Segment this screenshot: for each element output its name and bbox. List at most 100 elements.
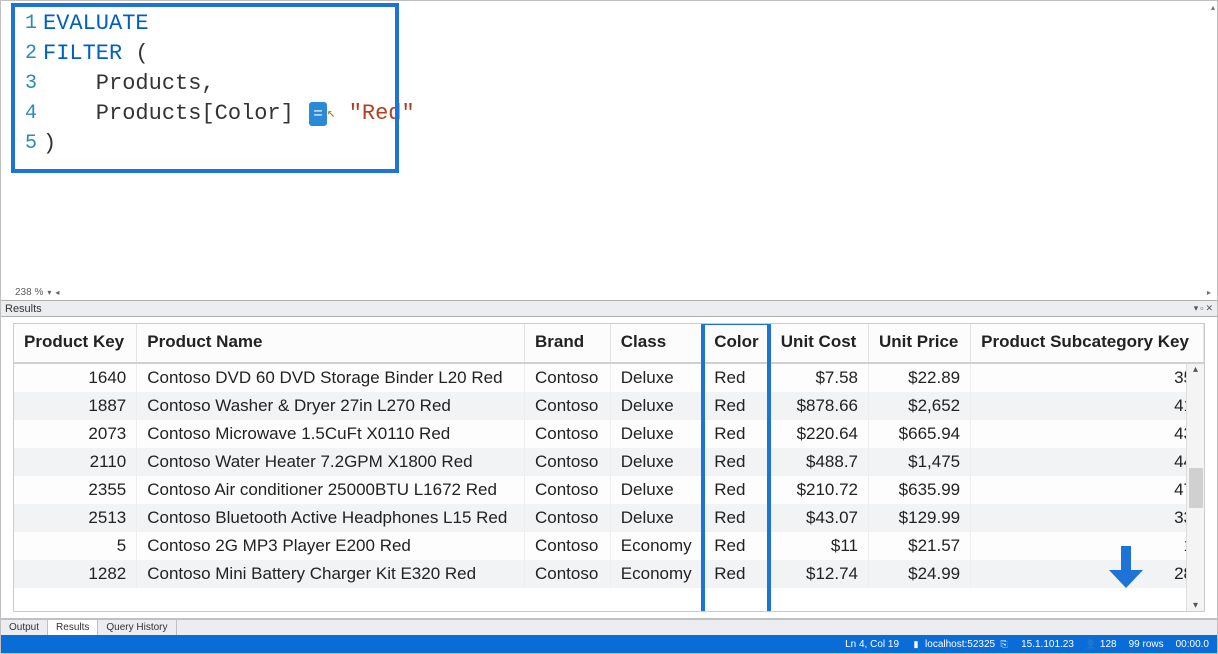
- scroll-right-icon[interactable]: ▸: [1203, 286, 1215, 298]
- panel-pin-icon[interactable]: ▫: [1200, 303, 1203, 314]
- code-editor-pane[interactable]: 1EVALUATE2FILTER (3 Products,4 Products[…: [1, 1, 1217, 301]
- table-cell[interactable]: $24.99: [869, 560, 971, 588]
- code-line[interactable]: 2FILTER (: [19, 39, 415, 69]
- table-cell[interactable]: $878.66: [770, 392, 868, 420]
- table-cell[interactable]: Red: [704, 476, 771, 504]
- code-line[interactable]: 4 Products[Color] =↖ "Red": [19, 99, 415, 129]
- table-cell[interactable]: Contoso Mini Battery Charger Kit E320 Re…: [137, 560, 525, 588]
- table-cell[interactable]: 2513: [14, 504, 137, 532]
- table-cell[interactable]: $22.89: [869, 363, 971, 392]
- scroll-up-icon[interactable]: ▴: [1211, 3, 1215, 12]
- table-cell[interactable]: Contoso DVD 60 DVD Storage Binder L20 Re…: [137, 363, 525, 392]
- column-header[interactable]: Product Key: [14, 324, 137, 363]
- table-cell[interactable]: Red: [704, 448, 771, 476]
- table-cell[interactable]: Contoso: [524, 448, 610, 476]
- column-header[interactable]: Color: [704, 324, 771, 363]
- table-row[interactable]: 1640Contoso DVD 60 DVD Storage Binder L2…: [14, 363, 1204, 392]
- table-cell[interactable]: 44: [971, 448, 1204, 476]
- tab-output[interactable]: Output: [1, 620, 48, 635]
- column-header[interactable]: Product Subcategory Key: [971, 324, 1204, 363]
- table-cell[interactable]: Red: [704, 363, 771, 392]
- table-cell[interactable]: Red: [704, 504, 771, 532]
- table-cell[interactable]: 28: [971, 560, 1204, 588]
- table-cell[interactable]: Contoso: [524, 392, 610, 420]
- column-header[interactable]: Brand: [524, 324, 610, 363]
- table-cell[interactable]: 47: [971, 476, 1204, 504]
- table-cell[interactable]: $665.94: [869, 420, 971, 448]
- table-cell[interactable]: 2355: [14, 476, 137, 504]
- table-row[interactable]: 2073Contoso Microwave 1.5CuFt X0110 RedC…: [14, 420, 1204, 448]
- vertical-scrollbar[interactable]: ▴ ▾: [1186, 364, 1204, 611]
- column-header[interactable]: Class: [610, 324, 703, 363]
- table-cell[interactable]: 1282: [14, 560, 137, 588]
- table-cell[interactable]: Deluxe: [610, 392, 703, 420]
- table-cell[interactable]: $210.72: [770, 476, 868, 504]
- table-cell[interactable]: 41: [971, 392, 1204, 420]
- scroll-left-icon[interactable]: ◂: [55, 288, 59, 297]
- table-cell[interactable]: $635.99: [869, 476, 971, 504]
- table-row[interactable]: 1887Contoso Washer & Dryer 27in L270 Red…: [14, 392, 1204, 420]
- table-cell[interactable]: 1887: [14, 392, 137, 420]
- table-cell[interactable]: Contoso: [524, 420, 610, 448]
- column-header[interactable]: Unit Price: [869, 324, 971, 363]
- table-cell[interactable]: Contoso: [524, 363, 610, 392]
- code-area[interactable]: 1EVALUATE2FILTER (3 Products,4 Products[…: [19, 9, 415, 159]
- panel-dropdown-icon[interactable]: ▾: [1194, 303, 1199, 314]
- table-cell[interactable]: Red: [704, 560, 771, 588]
- scroll-down-arrow-icon[interactable]: ▾: [1193, 600, 1198, 611]
- scrollbar-thumb[interactable]: [1189, 468, 1203, 508]
- table-cell[interactable]: Red: [704, 532, 771, 560]
- table-cell[interactable]: 1640: [14, 363, 137, 392]
- table-cell[interactable]: Contoso Air conditioner 25000BTU L1672 R…: [137, 476, 525, 504]
- table-cell[interactable]: $220.64: [770, 420, 868, 448]
- table-cell[interactable]: Economy: [610, 532, 703, 560]
- table-cell[interactable]: 33: [971, 504, 1204, 532]
- table-cell[interactable]: $488.7: [770, 448, 868, 476]
- scroll-up-arrow-icon[interactable]: ▴: [1193, 364, 1198, 375]
- tab-results[interactable]: Results: [48, 620, 98, 635]
- panel-close-icon[interactable]: ✕: [1205, 303, 1213, 314]
- table-cell[interactable]: Deluxe: [610, 476, 703, 504]
- table-cell[interactable]: Contoso Washer & Dryer 27in L270 Red: [137, 392, 525, 420]
- table-cell[interactable]: 2110: [14, 448, 137, 476]
- zoom-dropdown-icon[interactable]: ▾: [47, 288, 51, 297]
- table-cell[interactable]: Economy: [610, 560, 703, 588]
- results-grid[interactable]: Product KeyProduct NameBrandClassColor Un…: [13, 323, 1205, 612]
- code-line[interactable]: 3 Products,: [19, 69, 415, 99]
- table-cell[interactable]: 43: [971, 420, 1204, 448]
- table-cell[interactable]: $7.58: [770, 363, 868, 392]
- table-cell[interactable]: Deluxe: [610, 420, 703, 448]
- table-cell[interactable]: Deluxe: [610, 448, 703, 476]
- zoom-indicator[interactable]: 238 % ▾ ◂: [15, 287, 59, 298]
- code-line[interactable]: 5): [19, 129, 415, 159]
- table-cell[interactable]: Contoso: [524, 504, 610, 532]
- table-cell[interactable]: Red: [704, 420, 771, 448]
- table-cell[interactable]: Contoso Bluetooth Active Headphones L15 …: [137, 504, 525, 532]
- results-panel-header[interactable]: Results ▾ ▫ ✕: [1, 301, 1217, 317]
- table-cell[interactable]: $43.07: [770, 504, 868, 532]
- table-cell[interactable]: Contoso Water Heater 7.2GPM X1800 Red: [137, 448, 525, 476]
- table-cell[interactable]: $21.57: [869, 532, 971, 560]
- table-cell[interactable]: Deluxe: [610, 504, 703, 532]
- table-cell[interactable]: $1,475: [869, 448, 971, 476]
- table-row[interactable]: 2110Contoso Water Heater 7.2GPM X1800 Re…: [14, 448, 1204, 476]
- table-cell[interactable]: 5: [14, 532, 137, 560]
- table-cell[interactable]: 2073: [14, 420, 137, 448]
- code-line[interactable]: 1EVALUATE: [19, 9, 415, 39]
- table-row[interactable]: 5Contoso 2G MP3 Player E200 RedContosoEc…: [14, 532, 1204, 560]
- table-cell[interactable]: $11: [770, 532, 868, 560]
- table-row[interactable]: 2513Contoso Bluetooth Active Headphones …: [14, 504, 1204, 532]
- table-cell[interactable]: 1: [971, 532, 1204, 560]
- table-cell[interactable]: Red: [704, 392, 771, 420]
- table-cell[interactable]: Contoso 2G MP3 Player E200 Red: [137, 532, 525, 560]
- table-row[interactable]: 2355Contoso Air conditioner 25000BTU L16…: [14, 476, 1204, 504]
- table-cell[interactable]: 35: [971, 363, 1204, 392]
- table-cell[interactable]: Contoso: [524, 476, 610, 504]
- table-row[interactable]: 1282Contoso Mini Battery Charger Kit E32…: [14, 560, 1204, 588]
- table-cell[interactable]: Contoso: [524, 560, 610, 588]
- column-header[interactable]: Product Name: [137, 324, 525, 363]
- table-cell[interactable]: $12.74: [770, 560, 868, 588]
- table-cell[interactable]: $2,652: [869, 392, 971, 420]
- tab-query-history[interactable]: Query History: [98, 620, 176, 635]
- table-cell[interactable]: $129.99: [869, 504, 971, 532]
